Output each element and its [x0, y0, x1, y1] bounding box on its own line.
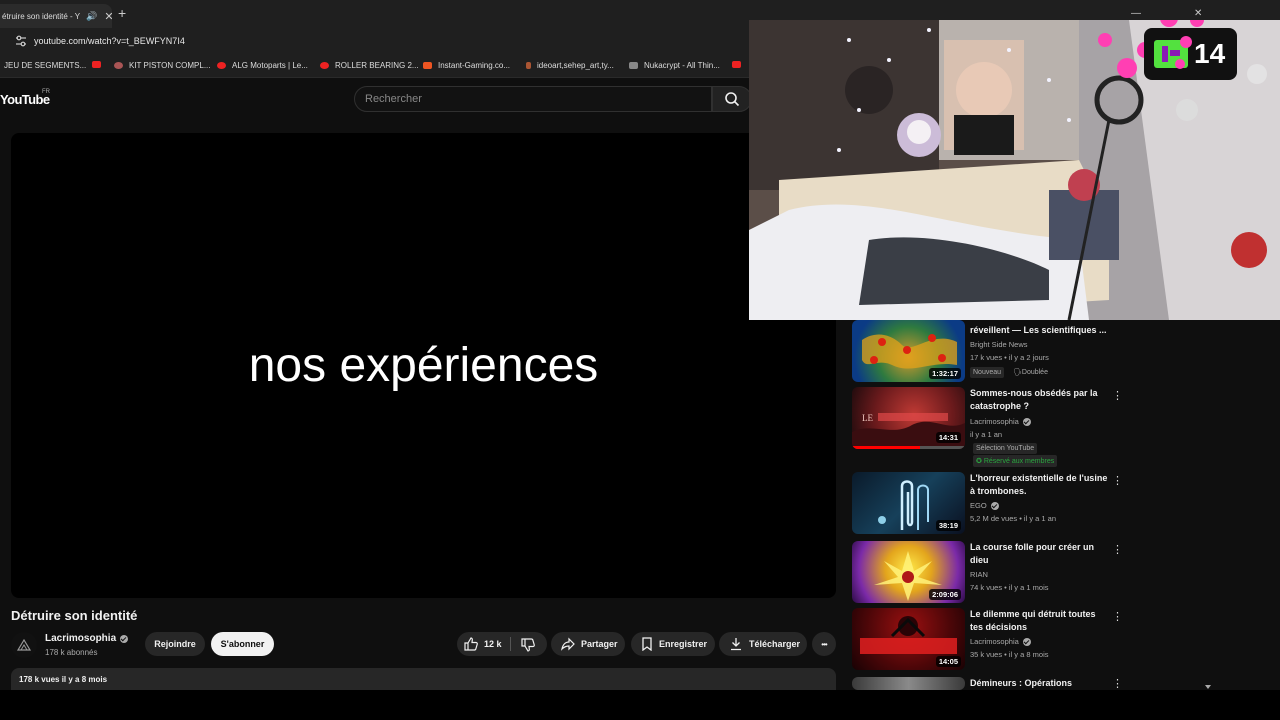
recommendation-item[interactable]: 14:05 Le dilemme qui détruit toutes tes … — [852, 608, 1212, 670]
recommendation-title[interactable]: Le dilemme qui détruit toutes tes décisi… — [970, 608, 1108, 634]
recommendation-channel[interactable]: RIAN — [970, 570, 988, 579]
svg-text:LE: LE — [862, 413, 873, 423]
verified-icon — [990, 501, 999, 510]
share-icon — [561, 637, 575, 651]
bookmark-item[interactable]: ideoart,sehep_art,ty... — [526, 61, 614, 70]
download-icon — [731, 638, 741, 651]
recommendation-title[interactable]: réveillent — Les scientifiques ... — [970, 324, 1108, 337]
region-label: FR — [42, 89, 50, 95]
bookmark-icon — [642, 637, 652, 651]
more-options-icon[interactable]: ⋮ — [1112, 474, 1123, 487]
description-box[interactable]: 178 k vues il y a 8 mois — [11, 668, 836, 690]
youtube-pick-badge: Sélection YouTube — [973, 443, 1038, 454]
recommendation-title[interactable]: Démineurs : Opérations — [970, 677, 1108, 690]
recommendation-item[interactable]: 2:09:06 La course folle pour créer un di… — [852, 541, 1212, 603]
video-thumbnail[interactable]: 14:05 — [852, 608, 965, 670]
like-count: 12 k — [484, 639, 502, 649]
recommendation-channel[interactable]: Lacrimosophia — [970, 417, 1031, 426]
video-thumbnail[interactable] — [852, 677, 965, 690]
minimize-icon[interactable]: — — [1131, 8, 1141, 19]
scroll-down-arrow — [1205, 685, 1211, 689]
bookmark-item[interactable]: ROLLER BEARING 2... — [320, 61, 419, 70]
recommendation-channel[interactable]: Lacrimosophia — [970, 637, 1031, 646]
more-options-icon[interactable]: ⋮ — [1112, 610, 1123, 623]
dubbed-icon: 🗣 — [1013, 369, 1022, 376]
join-button[interactable]: Rejoindre — [145, 632, 205, 656]
url-field[interactable]: youtube.com/watch?v=t_BEWFYN7I4 — [34, 36, 185, 46]
verified-icon — [1022, 637, 1031, 646]
new-tab-button[interactable]: + — [118, 5, 126, 21]
duration-badge: 1:32:17 — [929, 368, 961, 379]
duration-badge: 38:19 — [935, 520, 961, 531]
recommendation-title[interactable]: Sommes-nous obsédés par la catastrophe ? — [970, 387, 1108, 413]
recommendation-channel[interactable]: Bright Side News — [970, 340, 1028, 349]
video-thumbnail[interactable]: 2:09:06 — [852, 541, 965, 603]
recommendation-meta: il y a 1 an — [970, 430, 1003, 439]
recommendation-title[interactable]: La course folle pour créer un dieu — [970, 541, 1108, 567]
scrollbar[interactable] — [1205, 320, 1211, 690]
progress-track — [852, 446, 965, 449]
subscribe-button[interactable]: S'abonner — [211, 632, 274, 656]
search-icon — [725, 92, 740, 107]
channel-logo-icon — [16, 638, 32, 651]
browser-tab[interactable]: étruire son identité - Y 🔊 ✕ — [0, 4, 112, 28]
more-options-icon[interactable]: ⋮ — [1112, 389, 1123, 402]
video-thumbnail[interactable]: LE 14:31 — [852, 387, 965, 449]
recommendation-meta: 35 k vues • il y a 8 mois — [970, 650, 1049, 659]
search-input[interactable]: Rechercher — [354, 86, 712, 112]
duration-badge: 14:31 — [935, 432, 961, 443]
save-button[interactable]: Enregistrer — [631, 632, 715, 656]
window-close-icon[interactable]: ✕ — [1194, 8, 1202, 19]
members-only-badge: ✪ Réservé aux membres — [973, 455, 1058, 467]
more-options-icon[interactable]: ⋮ — [1112, 543, 1123, 556]
watch-progress — [852, 446, 920, 449]
recommendation-meta: 5,2 M de vues • il y a 1 an — [970, 514, 1057, 523]
channel-avatar[interactable] — [11, 632, 37, 658]
tab-title: étruire son identité - Y — [2, 11, 81, 21]
speaker-icon[interactable]: 🔊 — [86, 11, 97, 22]
recommendation-item[interactable]: Démineurs : Opérations ⋮ — [852, 677, 1212, 690]
tab-close-icon[interactable]: ✕ — [104, 10, 112, 23]
duration-badge: 2:09:06 — [929, 589, 961, 600]
recommendation-meta: 17 k vues • il y a 2 jours — [970, 353, 1049, 362]
site-settings-icon[interactable] — [14, 34, 28, 48]
video-title: Détruire son identité — [11, 608, 138, 623]
search-button[interactable] — [712, 86, 752, 112]
members-icon: ✪ — [976, 458, 984, 465]
share-button[interactable]: Partager — [551, 632, 625, 656]
video-thumbnail[interactable]: 38:19 — [852, 472, 965, 534]
counter-value: 14 — [1194, 38, 1226, 69]
subscriber-count: 178 k abonnés — [45, 648, 98, 657]
recommendation-item[interactable]: LE 14:31 Sommes-nous obsédés par la cata… — [852, 387, 1212, 467]
divider — [510, 637, 511, 651]
dislike-icon[interactable] — [520, 637, 536, 653]
bookmark-item[interactable]: KIT PISTON COMPL... — [114, 61, 211, 70]
bookmark-item[interactable]: Instant-Gaming.co... — [423, 61, 510, 70]
like-icon[interactable] — [463, 636, 479, 652]
download-button[interactable]: Télécharger — [719, 632, 807, 656]
duration-badge: 14:05 — [935, 656, 961, 667]
video-thumbnail[interactable]: 1:32:17 — [852, 320, 965, 382]
new-badge: Nouveau — [970, 367, 1005, 378]
more-actions-button[interactable]: ••• — [812, 632, 836, 656]
recommendation-channel[interactable]: EGO — [970, 501, 999, 510]
viewer-counter: 14 — [1144, 28, 1237, 80]
channel-name[interactable]: Lacrimosophia — [45, 633, 129, 644]
bookmark-item[interactable]: Nukacrypt - All Thin... — [629, 61, 720, 70]
verified-icon — [120, 634, 129, 643]
screen-bottom — [0, 690, 1280, 720]
bookmark-item[interactable]: JEU DE SEGMENTS... — [4, 61, 86, 70]
recommendation-item[interactable]: 38:19 L'horreur existentielle de l'usine… — [852, 472, 1212, 534]
dubbed-badge: 🗣Doublée — [1013, 369, 1048, 376]
recommendation-meta: 74 k vues • il y a 1 mois — [970, 583, 1049, 592]
recommendation-item[interactable]: 1:32:17 réveillent — Les scientifiques .… — [852, 320, 1212, 382]
bookmark-item[interactable]: ALG Motoparts | Le... — [217, 61, 308, 70]
more-options-icon[interactable]: ⋮ — [1112, 677, 1123, 690]
recommendation-title[interactable]: L'horreur existentielle de l'usine à tro… — [970, 472, 1108, 498]
video-caption: nos expériences — [248, 339, 599, 392]
bookmark-item[interactable] — [732, 61, 747, 68]
verified-icon — [1022, 417, 1031, 426]
counter-logo-icon — [1154, 36, 1192, 69]
